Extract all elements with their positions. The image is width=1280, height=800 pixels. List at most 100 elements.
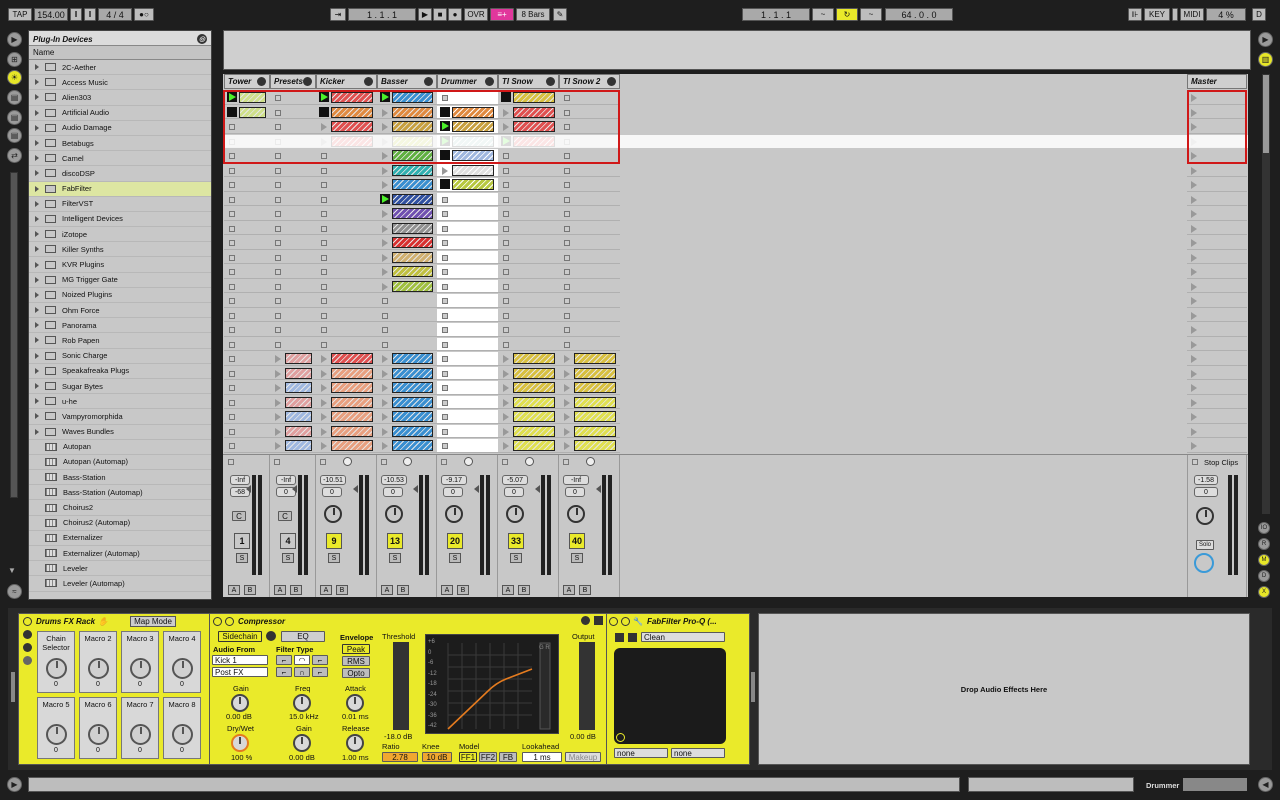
- file-browser-1-icon[interactable]: ▤: [7, 90, 22, 105]
- scene-launch-icon[interactable]: [1191, 181, 1197, 189]
- clip-launch-icon[interactable]: [564, 427, 570, 436]
- track-volume-field[interactable]: -Inf: [276, 475, 296, 485]
- track-menu-icon[interactable]: [485, 77, 494, 86]
- track-menu-icon[interactable]: [303, 77, 312, 86]
- drop-zone[interactable]: Drop Audio Effects Here: [758, 613, 1250, 765]
- clip-stop-button-icon[interactable]: [442, 341, 448, 348]
- scene-launch-icon[interactable]: [1191, 195, 1197, 204]
- key-map-button[interactable]: KEY: [1144, 8, 1170, 21]
- clip-stop-button-icon[interactable]: [503, 167, 509, 174]
- clip-stop-button-icon[interactable]: [229, 312, 235, 319]
- filter-highpass-button[interactable]: ⌐: [312, 655, 328, 665]
- compressor-power-icon[interactable]: [213, 616, 222, 626]
- monitor-circle-icon[interactable]: [524, 457, 534, 466]
- threshold-meter[interactable]: [393, 642, 409, 730]
- track-pan-field[interactable]: 0: [443, 487, 463, 497]
- proq-chain-select-1[interactable]: none: [614, 748, 668, 758]
- track-header[interactable]: Presets: [270, 74, 316, 89]
- macro-control[interactable]: Macro 7 0: [121, 697, 159, 759]
- clip-launch-icon[interactable]: [382, 268, 388, 276]
- knee-field[interactable]: 10 dB: [422, 752, 452, 762]
- crossfade-b-button[interactable]: B: [518, 585, 530, 595]
- crossfade-b-button[interactable]: B: [397, 585, 409, 595]
- clip-stop-button-icon[interactable]: [321, 298, 327, 304]
- expand-arrow-icon[interactable]: [35, 140, 39, 147]
- scene-launch-icon[interactable]: [1191, 210, 1197, 218]
- clip-stop-button-icon[interactable]: [229, 283, 235, 290]
- clip-stop-button-icon[interactable]: [442, 225, 448, 232]
- clip-stop-button-icon[interactable]: [229, 443, 235, 449]
- clip[interactable]: [331, 440, 373, 451]
- browser-folder-item[interactable]: Sonic Charge: [29, 349, 211, 364]
- browser-device-item[interactable]: Choirus2 (Automap): [29, 516, 211, 531]
- quantization-menu[interactable]: 8 Bars: [516, 8, 550, 21]
- clip-launch-icon[interactable]: [503, 355, 509, 363]
- track-menu-icon[interactable]: [424, 77, 433, 86]
- expand-arrow-icon[interactable]: [35, 322, 39, 329]
- filter-peak-button[interactable]: ∩: [294, 667, 310, 677]
- scene-launch-icon[interactable]: [1191, 268, 1197, 276]
- clip[interactable]: [392, 266, 433, 277]
- arrangement-position[interactable]: 1 . 1 . 1: [348, 8, 416, 21]
- punch-in-button[interactable]: ~: [812, 8, 834, 21]
- opto-button[interactable]: Opto: [342, 668, 370, 678]
- browser-device-item[interactable]: Leveler: [29, 561, 211, 577]
- volume-fader-arrow-icon[interactable]: [413, 485, 418, 493]
- clip-launch-icon[interactable]: [564, 398, 570, 407]
- clip-stop-button-icon[interactable]: [564, 196, 570, 203]
- track-activator-button[interactable]: 9: [326, 533, 342, 549]
- nudge-up-button[interactable]: ‖: [84, 8, 96, 21]
- clip-stop-button-icon[interactable]: [321, 167, 327, 174]
- track-activator-button[interactable]: 33: [508, 533, 524, 549]
- clip-stop-button-icon[interactable]: [382, 298, 388, 304]
- expand-arrow-icon[interactable]: [35, 231, 39, 238]
- proq-display[interactable]: [614, 648, 726, 744]
- track-volume-field[interactable]: -10.51: [320, 475, 346, 485]
- volume-fader-arrow-icon[interactable]: [474, 485, 479, 493]
- macro-control[interactable]: Macro 6 0: [79, 697, 117, 759]
- clip[interactable]: [574, 440, 616, 451]
- clip-launch-icon[interactable]: [564, 355, 570, 363]
- expand-arrow-icon[interactable]: [35, 261, 39, 268]
- show-chains-icon[interactable]: [23, 630, 32, 639]
- clip-stop-button-icon[interactable]: [564, 167, 570, 174]
- clip-launch-icon[interactable]: [382, 210, 388, 218]
- clip-launch-icon[interactable]: [275, 384, 281, 392]
- clip-stop-button-icon[interactable]: [442, 356, 448, 362]
- clip-stop-button-icon[interactable]: [321, 225, 327, 232]
- browser-folder-item[interactable]: KVR Plugins: [29, 257, 211, 273]
- filter-bandpass-button[interactable]: ◠: [294, 655, 310, 665]
- proq-knob-icon[interactable]: [616, 733, 625, 742]
- clip[interactable]: [392, 280, 433, 292]
- live-devices-icon[interactable]: ⊞: [7, 52, 22, 67]
- clip-launch-icon[interactable]: [382, 282, 388, 291]
- proq-power-icon[interactable]: [609, 616, 618, 626]
- browser-resize-arrow[interactable]: ▼: [8, 566, 16, 575]
- clip-stop-button-icon[interactable]: [229, 414, 235, 420]
- clip-stop-button-icon[interactable]: [503, 225, 509, 232]
- expand-arrow-icon[interactable]: [35, 307, 39, 314]
- clip[interactable]: [574, 382, 616, 393]
- file-browser-2-icon[interactable]: ▤: [7, 110, 22, 125]
- sends-toggle-icon[interactable]: R: [1258, 538, 1270, 550]
- clip-stop-button-icon[interactable]: [275, 225, 281, 232]
- overdub-button[interactable]: OVR: [464, 8, 488, 21]
- clip-stop-button-icon[interactable]: [229, 356, 235, 362]
- clip-stop-button-icon[interactable]: [503, 254, 509, 261]
- volume-fader-arrow-icon[interactable]: [535, 485, 540, 493]
- clip-stop-button-icon[interactable]: [275, 312, 281, 319]
- clip-launch-icon[interactable]: [564, 442, 570, 450]
- clip-stop-button-icon[interactable]: [275, 327, 281, 333]
- track-activator-button[interactable]: 40: [569, 533, 585, 549]
- clip-launch-icon[interactable]: [275, 442, 281, 450]
- rack-power-icon[interactable]: [23, 616, 32, 626]
- macro-control[interactable]: Macro 3 0: [121, 631, 159, 693]
- clip-stop-button-icon[interactable]: [229, 385, 235, 391]
- track-pan-field[interactable]: 0: [322, 487, 342, 497]
- crossfade-a-button[interactable]: A: [441, 585, 453, 595]
- clip[interactable]: [285, 411, 312, 422]
- track-pan-knob[interactable]: [506, 505, 524, 523]
- clip-stop-button-icon[interactable]: [503, 298, 509, 304]
- pencil-icon[interactable]: ✎: [553, 8, 567, 21]
- track-pan-knob[interactable]: [324, 505, 342, 523]
